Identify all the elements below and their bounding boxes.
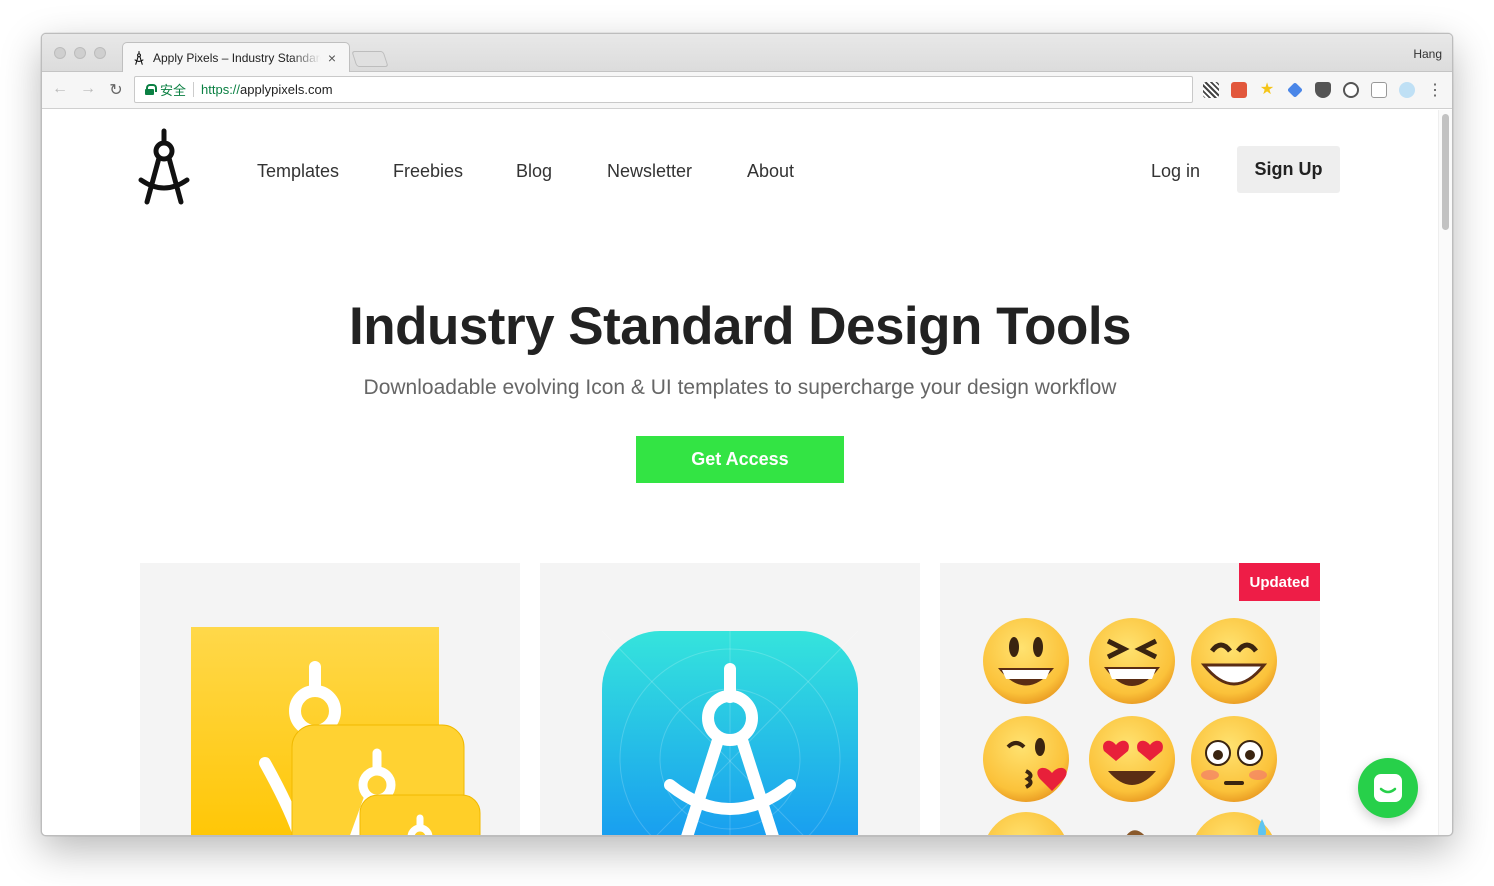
nav-templates[interactable]: Templates xyxy=(257,161,339,182)
1password-extension-icon[interactable] xyxy=(1343,82,1359,98)
emoji-squinting xyxy=(1089,618,1175,704)
browser-window: Apply Pixels – Industry Standard Design … xyxy=(41,33,1453,836)
yellow-app-icons-illustration xyxy=(191,627,481,835)
nav-freebies[interactable]: Freebies xyxy=(393,161,463,182)
web-page: Templates Freebies Blog Newsletter About… xyxy=(42,110,1438,835)
forward-icon[interactable]: → xyxy=(78,80,98,98)
page-scrollbar[interactable] xyxy=(1438,110,1452,835)
compass-favicon-icon xyxy=(134,51,144,65)
tab-strip: Apply Pixels – Industry Standard Design … xyxy=(42,34,1452,73)
emoji-kissing-heart xyxy=(983,716,1069,802)
emoji-poop xyxy=(1126,830,1144,835)
hero-title: Industry Standard Design Tools xyxy=(42,296,1438,357)
product-card-emoji[interactable]: Updated xyxy=(940,563,1320,835)
tab-title: Apply Pixels – Industry Standard Design … xyxy=(153,51,321,65)
browser-toolbar: ← → ↻ 安全 https:// applypixels.com ★ ⋮ xyxy=(42,72,1452,109)
secure-label: 安全 xyxy=(160,83,187,98)
compass-logo-icon[interactable] xyxy=(138,128,190,206)
product-card-icon-template[interactable] xyxy=(140,563,520,835)
star-extension-icon[interactable]: ★ xyxy=(1259,82,1275,98)
emoji-grinning xyxy=(983,618,1069,704)
todoist-extension-icon[interactable] xyxy=(1231,82,1247,98)
login-link[interactable]: Log in xyxy=(1151,161,1200,182)
reload-icon[interactable]: ↻ xyxy=(106,80,126,100)
hero-title-regular: Industry Standard xyxy=(348,297,809,356)
lock-icon xyxy=(145,84,157,95)
blue-app-icon-illustration xyxy=(601,630,859,835)
qr-code-extension-icon[interactable] xyxy=(1203,82,1219,98)
hero-title-bold: Design Tools xyxy=(808,297,1132,356)
url-host: applypixels.com xyxy=(240,82,333,97)
address-bar[interactable]: 安全 https:// applypixels.com xyxy=(134,76,1193,103)
minimize-window-button[interactable] xyxy=(74,47,86,59)
emoji-beaming xyxy=(1191,618,1277,704)
profile-name[interactable]: Hang xyxy=(1413,47,1442,61)
product-card-app-icon[interactable] xyxy=(540,563,920,835)
chat-launcher-button[interactable] xyxy=(1358,758,1418,818)
hero-subtitle: Downloadable evolving Icon & UI template… xyxy=(363,376,1117,399)
nav-newsletter[interactable]: Newsletter xyxy=(607,161,692,182)
nav-blog[interactable]: Blog xyxy=(516,161,552,182)
chat-icon xyxy=(1374,774,1402,802)
updated-badge: Updated xyxy=(1239,563,1320,601)
url-scheme: https:// xyxy=(201,82,241,97)
nav-about[interactable]: About xyxy=(747,161,794,182)
pocket-extension-icon[interactable] xyxy=(1315,82,1331,98)
reader-extension-icon[interactable] xyxy=(1371,82,1387,98)
scrollbar-thumb[interactable] xyxy=(1442,114,1449,230)
layers-extension-icon[interactable] xyxy=(1287,82,1303,98)
omnibox-divider xyxy=(193,82,195,97)
get-access-button[interactable]: Get Access xyxy=(636,436,844,483)
browser-tab[interactable]: Apply Pixels – Industry Standard Design … xyxy=(122,42,350,73)
emoji-set-illustration xyxy=(983,618,1277,835)
signup-button[interactable]: Sign Up xyxy=(1237,146,1340,193)
zoom-window-button[interactable] xyxy=(94,47,106,59)
emoji-flushed xyxy=(1191,716,1277,802)
new-tab-button[interactable] xyxy=(351,51,389,67)
emoji-heart-eyes xyxy=(1089,716,1175,802)
cloud-extension-icon[interactable] xyxy=(1399,82,1415,98)
tab-close-icon[interactable]: × xyxy=(325,50,339,66)
menu-icon[interactable]: ⋮ xyxy=(1425,80,1445,100)
close-window-button[interactable] xyxy=(54,47,66,59)
back-icon[interactable]: ← xyxy=(50,80,70,98)
emoji-partial-1 xyxy=(987,812,1065,835)
